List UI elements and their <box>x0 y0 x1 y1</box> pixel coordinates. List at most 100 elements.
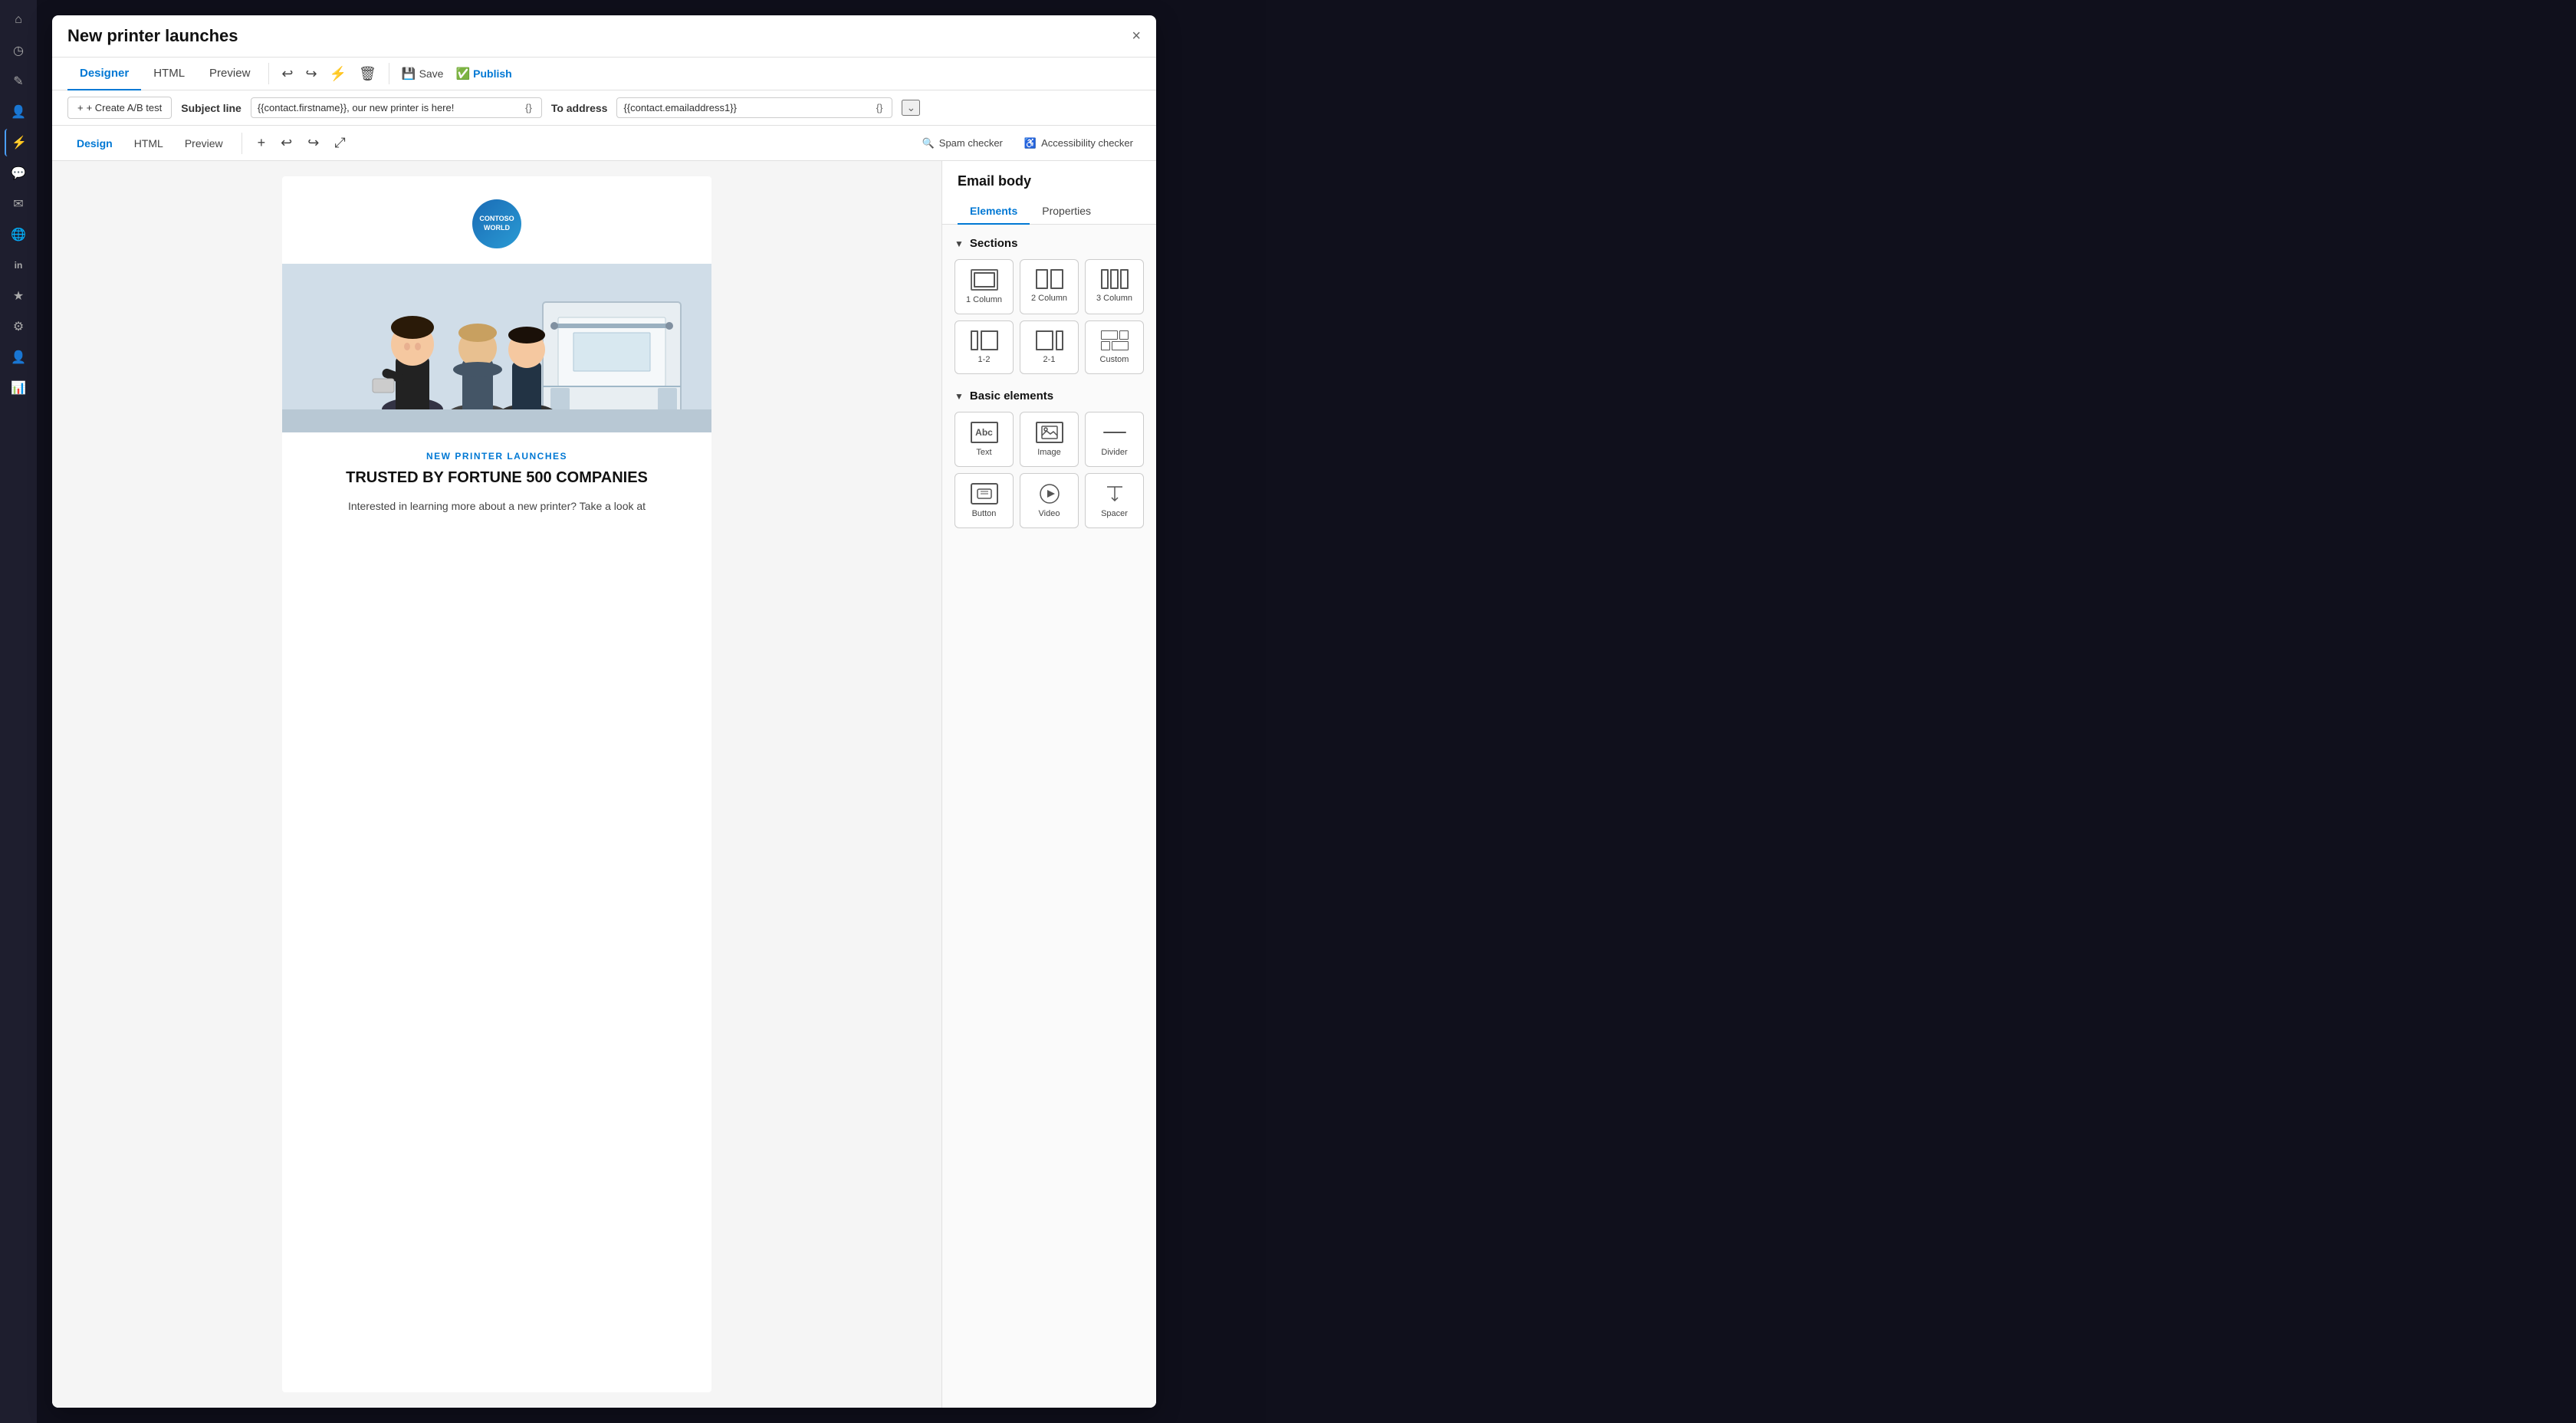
design-tab-preview[interactable]: Preview <box>176 133 232 154</box>
sidebar-icon-clock[interactable]: ◷ <box>5 37 32 64</box>
sidebar-icon-linkedin[interactable]: in <box>5 251 32 279</box>
basic-chevron-icon: ▼ <box>955 391 964 402</box>
design-redo-button[interactable]: ↪ <box>301 130 325 156</box>
email-para: Interested in learning more about a new … <box>313 498 681 514</box>
design-tab-design[interactable]: Design <box>67 133 122 154</box>
basic-elements-header[interactable]: ▼ Basic elements <box>955 389 1144 403</box>
sections-title: Sections <box>970 237 1018 250</box>
3col-label: 3 Column <box>1096 294 1132 303</box>
button-label: Button <box>972 509 997 518</box>
subject-input[interactable] <box>258 102 522 113</box>
spam-checker-button[interactable]: 🔍 Spam checker <box>915 133 1010 153</box>
sidebar-icon-user[interactable]: 👤 <box>5 343 32 371</box>
image-element-icon <box>1036 422 1063 443</box>
sidebar-icon-chat[interactable]: 💬 <box>5 159 32 187</box>
hero-image-svg <box>282 264 711 432</box>
sidebar-icon-channel[interactable]: ⚡ <box>5 129 32 156</box>
subject-line-label: Subject line <box>181 102 242 114</box>
undo-icon: ↩ <box>281 66 293 82</box>
publish-button[interactable]: ✅ Publish <box>449 62 518 85</box>
save-icon: 💾 <box>402 67 416 81</box>
canvas-panel: CONTOSO WORLD <box>52 161 1156 1408</box>
right-panel-title: Email body <box>958 173 1141 189</box>
basic-divider-item[interactable]: Divider <box>1085 412 1144 467</box>
basic-text-item[interactable]: Abc Text <box>955 412 1014 467</box>
expand-button[interactable]: ⤢ <box>328 130 351 156</box>
tab-designer[interactable]: Designer <box>67 58 141 90</box>
to-address-input[interactable] <box>623 102 872 113</box>
section-3col-item[interactable]: 3 Column <box>1085 259 1144 314</box>
publish-label: Publish <box>473 67 512 80</box>
text-element-icon: Abc <box>971 422 998 443</box>
design-tab-html[interactable]: HTML <box>125 133 172 154</box>
add-element-button[interactable]: + <box>251 130 272 156</box>
tab-html[interactable]: HTML <box>141 58 197 90</box>
section-custom-item[interactable]: Custom <box>1085 320 1144 374</box>
spacer-label: Spacer <box>1101 509 1128 518</box>
undo-button[interactable]: ↩ <box>275 61 299 87</box>
sections-grid: 1 Column 2 Column <box>955 259 1144 374</box>
1col-label: 1 Column <box>966 295 1002 304</box>
email-heading: TRUSTED BY FORTUNE 500 COMPANIES <box>313 469 681 487</box>
subject-input-wrapper: {} <box>251 97 542 118</box>
accessibility-checker-button[interactable]: ♿ Accessibility checker <box>1017 133 1141 153</box>
3col-icon <box>1101 269 1129 289</box>
1-2-label: 1-2 <box>978 355 991 364</box>
section-2-1-item[interactable]: 2-1 <box>1020 320 1079 374</box>
spacer-element-icon <box>1101 483 1129 504</box>
email-logo: CONTOSO WORLD <box>472 199 521 248</box>
sections-header[interactable]: ▼ Sections <box>955 237 1144 250</box>
personalize-icon: ⚡ <box>330 66 347 82</box>
email-canvas-wrap: CONTOSO WORLD <box>52 161 941 1408</box>
sidebar-icon-custom[interactable]: ★ <box>5 282 32 310</box>
subject-personalize-button[interactable]: {} <box>522 102 535 113</box>
redo-button[interactable]: ↪ <box>300 61 324 87</box>
email-canvas: CONTOSO WORLD <box>282 176 711 1392</box>
sidebar-icon-people[interactable]: 👤 <box>5 98 32 126</box>
basic-image-item[interactable]: Image <box>1020 412 1079 467</box>
basic-spacer-item[interactable]: Spacer <box>1085 473 1144 528</box>
create-ab-plus-icon: + <box>77 102 84 113</box>
image-label: Image <box>1037 448 1061 457</box>
basic-elements-title: Basic elements <box>970 389 1053 403</box>
section-2col-item[interactable]: 2 Column <box>1020 259 1079 314</box>
delete-icon: 🗑 <box>359 66 376 82</box>
chevron-down-icon: ⌄ <box>906 101 915 113</box>
basic-video-item[interactable]: Video <box>1020 473 1079 528</box>
right-panel-header: Email body Elements Properties <box>942 161 1156 225</box>
basic-elements-grid: Abc Text <box>955 412 1144 528</box>
section-1-2-item[interactable]: 1-2 <box>955 320 1014 374</box>
main-content: Design HTML Preview + ↩ ↪ ⤢ <box>52 126 1156 1408</box>
sidebar-icon-globe[interactable]: 🌐 <box>5 221 32 248</box>
top-toolbar: Designer HTML Preview ↩ ↪ ⚡ 🗑 💾 <box>52 58 1156 90</box>
delete-button[interactable]: 🗑 <box>353 61 383 87</box>
add-icon: + <box>258 135 266 151</box>
personalize-button[interactable]: ⚡ <box>324 61 353 87</box>
basic-button-item[interactable]: Button <box>955 473 1014 528</box>
design-undo-button[interactable]: ↩ <box>274 130 298 156</box>
sidebar-icon-report[interactable]: 📊 <box>5 374 32 402</box>
create-ab-label: + Create A/B test <box>87 102 163 113</box>
custom-label: Custom <box>1100 355 1129 364</box>
section-1col-item[interactable]: 1 Column <box>955 259 1014 314</box>
sidebar-icon-email[interactable]: ✉ <box>5 190 32 218</box>
sidebar-icon-pencil[interactable]: ✎ <box>5 67 32 95</box>
save-button[interactable]: 💾 Save <box>396 62 450 85</box>
to-personalize-button[interactable]: {} <box>873 102 886 113</box>
email-subtitle: NEW PRINTER LAUNCHES <box>313 451 681 462</box>
button-element-icon <box>971 483 998 504</box>
modal-header: New printer launches × <box>52 15 1156 58</box>
2col-icon <box>1036 269 1063 289</box>
sidebar-icon-home[interactable]: ⌂ <box>5 6 32 34</box>
sidebar-icon-settings[interactable]: ⚙ <box>5 313 32 340</box>
modal-close-button[interactable]: × <box>1132 28 1141 56</box>
tab-preview[interactable]: Preview <box>197 58 262 90</box>
publish-icon: ✅ <box>455 67 470 81</box>
create-ab-button[interactable]: + + Create A/B test <box>67 97 172 119</box>
right-tab-properties[interactable]: Properties <box>1030 199 1103 225</box>
2-1-icon <box>1036 330 1063 350</box>
toolbar-divider-1 <box>268 63 269 84</box>
right-tab-elements[interactable]: Elements <box>958 199 1030 225</box>
email-designer-modal: New printer launches × Designer HTML Pre… <box>52 15 1156 1408</box>
to-expand-button[interactable]: ⌄ <box>902 100 920 116</box>
